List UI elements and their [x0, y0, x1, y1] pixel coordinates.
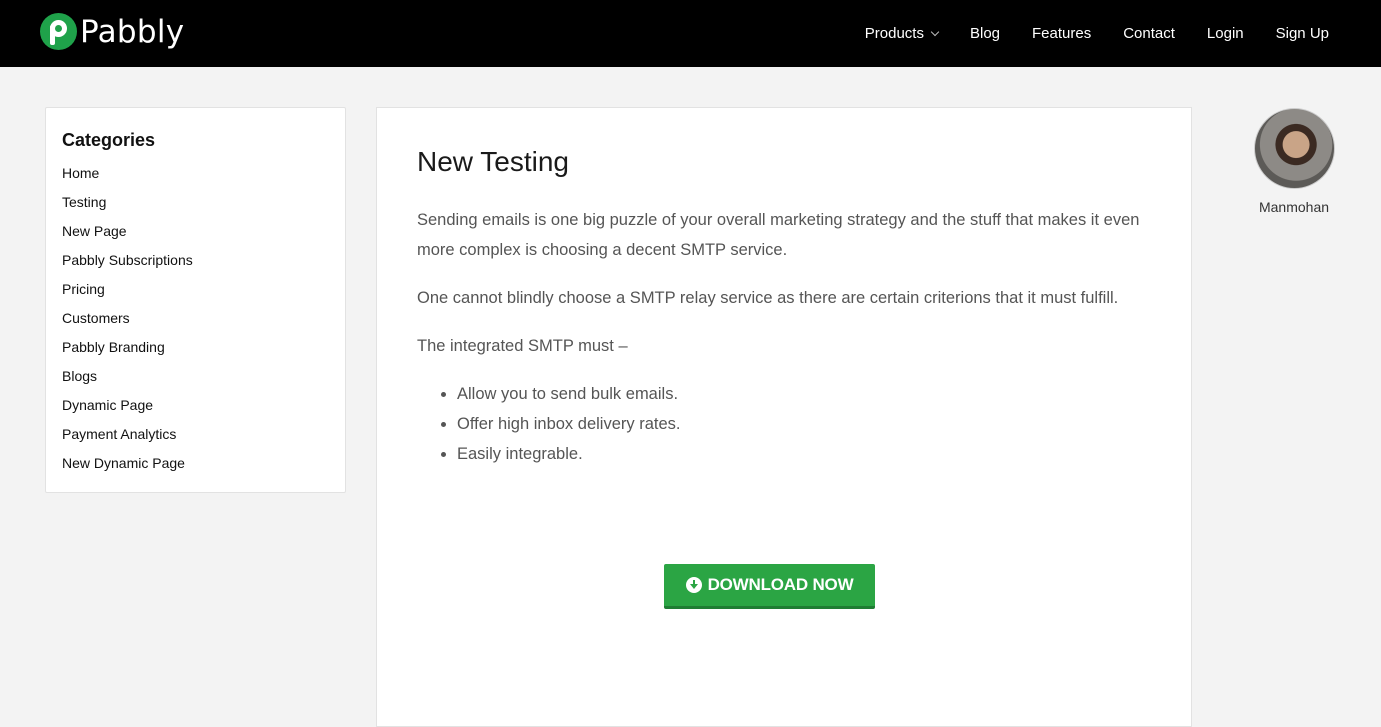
category-new-page[interactable]: New Page [62, 217, 329, 246]
category-payment-analytics[interactable]: Payment Analytics [62, 420, 329, 449]
category-pricing[interactable]: Pricing [62, 275, 329, 304]
pabbly-logo-icon [40, 13, 77, 50]
download-button-label: DOWNLOAD NOW [707, 575, 854, 594]
brand-name: Pabbly [80, 13, 185, 50]
nav-login[interactable]: Login [1207, 25, 1244, 42]
category-testing[interactable]: Testing [62, 188, 329, 217]
download-now-button[interactable]: DOWNLOAD NOW [664, 564, 875, 609]
category-blogs[interactable]: Blogs [62, 362, 329, 391]
main-nav: Products Blog Features Contact Login Sig… [833, 0, 1329, 67]
author-name[interactable]: Manmohan [1234, 199, 1354, 215]
chevron-down-icon [930, 27, 940, 36]
categories-title: Categories [62, 130, 156, 150]
nav-signup[interactable]: Sign Up [1276, 25, 1329, 42]
article-title: New Testing [417, 146, 570, 177]
nav-blog[interactable]: Blog [970, 25, 1000, 42]
categories-list: Home Testing New Page Pabbly Subscriptio… [62, 159, 329, 478]
category-dynamic-page[interactable]: Dynamic Page [62, 391, 329, 420]
article-content: New Testing Sending emails is one big pu… [376, 107, 1192, 727]
article-paragraph: The integrated SMTP must – [417, 337, 628, 355]
pabbly-logo[interactable]: Pabbly [40, 13, 184, 50]
nav-contact[interactable]: Contact [1123, 25, 1175, 42]
category-home[interactable]: Home [62, 159, 329, 188]
nav-features[interactable]: Features [1032, 25, 1091, 42]
nav-products[interactable]: Products [864, 25, 940, 42]
category-customers[interactable]: Customers [62, 304, 329, 333]
category-pabbly-subscriptions[interactable]: Pabbly Subscriptions [62, 246, 329, 275]
bullet-item: Offer high inbox delivery rates. [457, 409, 1151, 439]
bullet-item: Allow you to send bulk emails. [457, 379, 1151, 409]
bullet-item: Easily integrable. [457, 439, 1151, 469]
article-paragraph: One cannot blindly choose a SMTP relay s… [417, 289, 1119, 307]
author-panel: Manmohan [1254, 108, 1335, 215]
categories-sidebar: Categories Home Testing New Page Pabbly … [45, 107, 346, 493]
category-pabbly-branding[interactable]: Pabbly Branding [62, 333, 329, 362]
article-paragraph: Sending emails is one big puzzle of your… [417, 211, 1140, 259]
category-new-dynamic-page[interactable]: New Dynamic Page [62, 449, 329, 478]
avatar[interactable] [1254, 108, 1335, 189]
top-navbar: Pabbly Products Blog Features Contact Lo… [0, 0, 1381, 67]
article-bullet-list: Allow you to send bulk emails. Offer hig… [457, 379, 1151, 469]
download-wrapper: DOWNLOAD NOW [664, 564, 875, 609]
download-circle-icon [685, 577, 702, 593]
nav-products-label: Products [864, 25, 924, 42]
